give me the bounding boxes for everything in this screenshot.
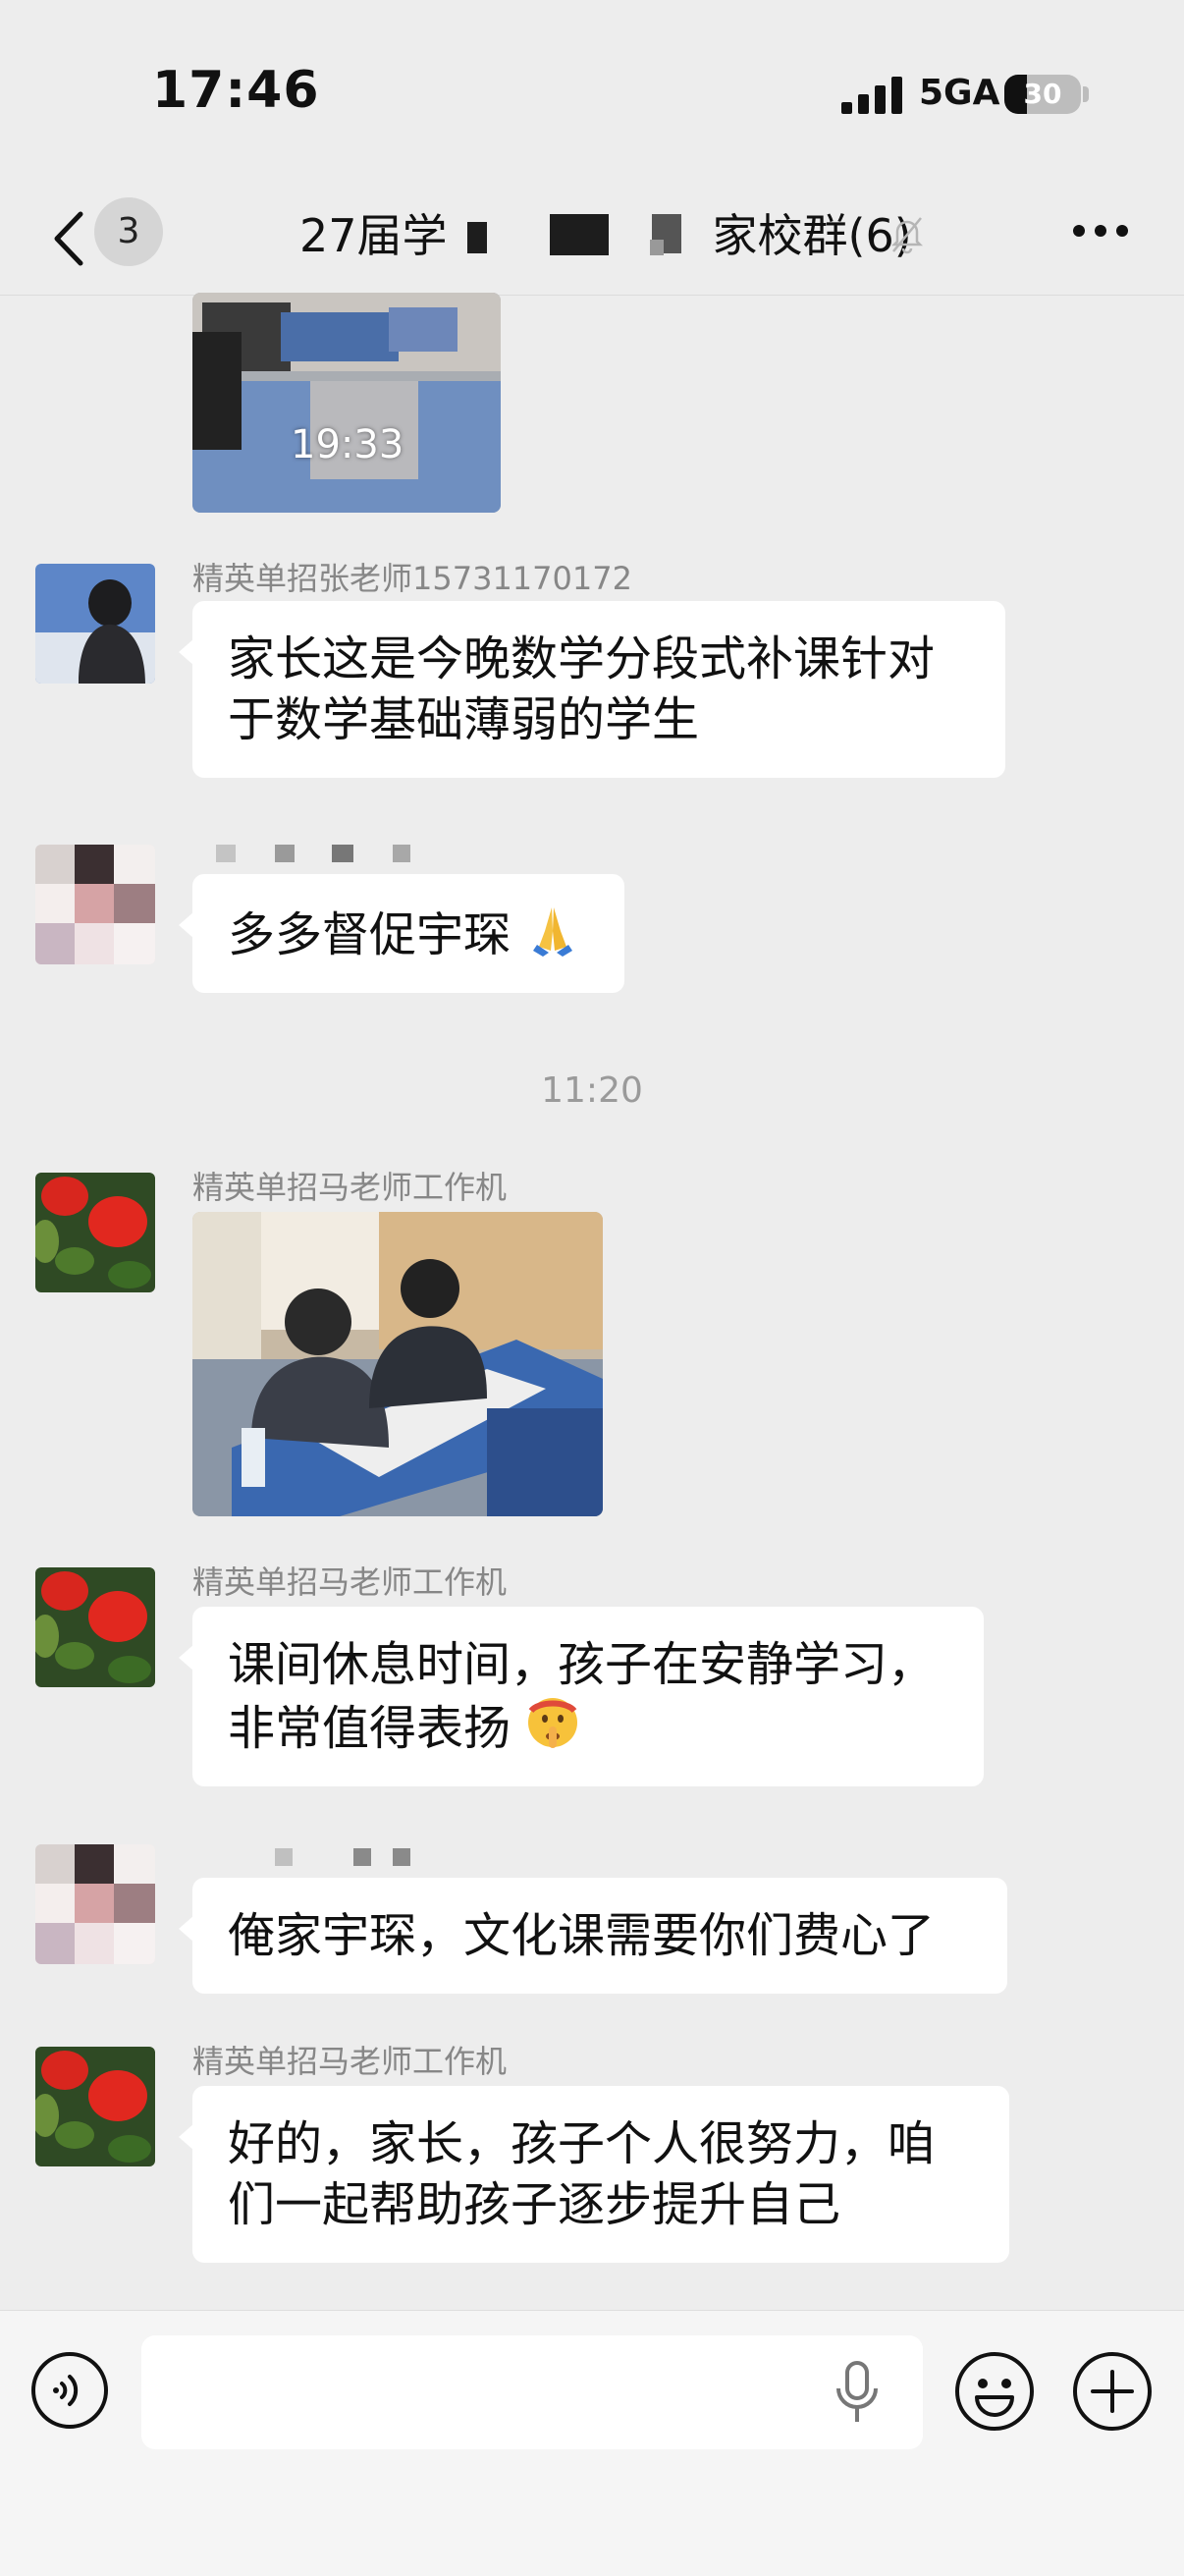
message-text: 俺家宇琛，文化课需要你们费心了 [228,1908,936,1963]
sender-name-redacted [216,845,412,866]
status-time: 17:46 [152,61,320,120]
classroom-photo [192,293,501,513]
message-bubble[interactable]: 多多督促宇琛 [179,874,624,993]
message-bubble[interactable]: 课间休息时间，孩子在安静学习，非常值得表扬 [179,1607,984,1786]
message-bubble[interactable]: 家长这是今晚数学分段式补课针对于数学基础薄弱的学生 [179,601,1005,778]
avatar[interactable] [35,1844,155,1964]
avatar[interactable] [35,1567,155,1687]
back-arrow-icon[interactable] [47,208,96,269]
title-redaction [550,214,609,255]
voice-icon[interactable] [29,2350,110,2431]
avatar-image-pixelated [35,845,155,964]
message-input[interactable] [141,2335,923,2449]
status-bar: 17:46 5GA 30 [0,0,1184,187]
image-timestamp-overlay: 19:33 [291,422,404,467]
avatar-image-pixelated [35,1844,155,1964]
time-separator: 11:20 [541,1070,643,1111]
network-label: 5GA [919,73,1000,113]
shushing-face-emoji-icon [528,1698,578,1748]
unread-count-badge[interactable]: 3 [94,197,163,266]
microphone-icon[interactable] [833,2361,882,2424]
avatar-image [35,564,155,684]
title-redaction [650,240,664,255]
battery-tip [1083,86,1089,102]
message-text: 好的，家长，孩子个人很努力，咱们一起帮助孩子逐步提升自己 [228,2116,936,2232]
title-redaction [467,222,487,253]
plus-icon[interactable] [1071,2350,1154,2433]
sender-name: 精英单招张老师15731170172 [192,560,632,597]
folded-hands-emoji-icon [533,907,573,957]
battery-icon: 30 [1004,75,1081,114]
chat-image-classroom-night[interactable]: 19:33 [192,293,501,513]
more-dots-icon[interactable] [1073,225,1128,239]
avatar[interactable] [35,845,155,964]
chat-image-students-studying[interactable] [192,1212,603,1516]
message-bubble[interactable]: 俺家宇琛，文化课需要你们费心了 [179,1878,1007,1994]
signal-icon [841,77,902,114]
emoji-icon[interactable] [953,2350,1036,2433]
chat-title-suffix: 家校群(6) [712,209,912,262]
sender-name: 精英单招马老师工作机 [192,2043,508,2080]
battery-level: 30 [1023,78,1062,110]
chat-title-prefix: 27届学 [299,209,448,262]
avatar[interactable] [35,2047,155,2166]
message-bubble[interactable]: 好的，家长，孩子个人很努力，咱们一起帮助孩子逐步提升自己 [179,2086,1009,2263]
avatar[interactable] [35,1173,155,1292]
mute-bell-icon [890,217,924,254]
message-text: 家长这是今晚数学分段式补课针对于数学基础薄弱的学生 [228,631,936,747]
sender-name: 精英单招马老师工作机 [192,1169,508,1206]
message-text: 课间休息时间，孩子在安静学习，非常值得表扬 [228,1637,936,1756]
classroom-photo [192,1212,603,1516]
sender-name: 精英单招马老师工作机 [192,1563,508,1601]
avatar[interactable] [35,564,155,684]
avatar-image-flowers [35,1567,155,1687]
sender-name-redacted [275,1848,422,1870]
message-text: 多多督促宇琛 [228,907,511,962]
avatar-image-flowers [35,2047,155,2166]
avatar-image-flowers [35,1173,155,1292]
